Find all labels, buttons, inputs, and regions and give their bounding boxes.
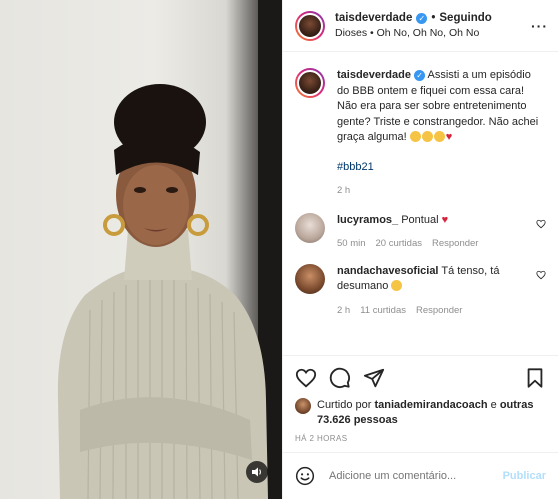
reply-button[interactable]: Responder	[416, 303, 462, 319]
woman-figure-image	[57, 84, 268, 499]
likes-prefix: Curtido por	[317, 399, 372, 411]
caption-author-avatar[interactable]	[295, 68, 325, 98]
likes-summary: Curtido por taniademirandacoach e outras…	[295, 398, 546, 428]
caption-time: 2 h	[337, 185, 351, 196]
posted-time: HÁ 2 HORAS	[295, 434, 348, 443]
publish-button[interactable]: Publicar	[503, 470, 546, 482]
commenter-avatar[interactable]	[295, 263, 325, 294]
separator-dot: •	[431, 11, 436, 24]
comments-list: taisdeverdade ✓ Assisti a um episódio do…	[283, 52, 558, 355]
comment-bubble-icon[interactable]	[329, 367, 351, 389]
like-heart-icon[interactable]	[295, 367, 317, 389]
following-button[interactable]: Seguindo	[439, 11, 491, 26]
commenter-username-link[interactable]: nandachavesoficial	[337, 265, 439, 277]
verified-badge-icon: ✓	[414, 70, 426, 81]
likes-conjunction: e	[490, 399, 497, 411]
comment-text: Pontual	[401, 213, 439, 226]
more-options-icon[interactable]: ···	[531, 18, 548, 34]
liker-username-link[interactable]: taniademirandacoach	[374, 399, 487, 411]
audio-link[interactable]: Dioses • Oh No, Oh No, Oh No	[335, 26, 492, 41]
post-video[interactable]	[0, 0, 282, 499]
like-comment-heart-icon[interactable]	[536, 219, 546, 229]
caption-author-link[interactable]: taisdeverdade	[337, 69, 411, 81]
author-avatar[interactable]	[295, 10, 325, 41]
post-header: taisdeverdade ✓ • Seguindo Dioses • Oh N…	[283, 0, 558, 52]
liker-avatar[interactable]	[295, 398, 311, 414]
speaker-icon	[252, 467, 261, 477]
like-comment-heart-icon[interactable]	[536, 270, 546, 280]
emoji-icon	[391, 280, 403, 291]
author-username-link[interactable]: taisdeverdade	[335, 11, 412, 26]
save-bookmark-icon[interactable]	[524, 367, 546, 389]
reply-button[interactable]: Responder	[432, 236, 478, 252]
comment-composer: Publicar	[283, 452, 558, 499]
share-paper-plane-icon[interactable]	[363, 367, 385, 389]
commenter-avatar[interactable]	[295, 212, 325, 243]
comment-time: 2 h	[337, 304, 351, 316]
heart-emoji-icon: ♥	[441, 213, 449, 226]
comment-item: lucyramos_ Pontual ♥ 50 min 20 curtidas …	[295, 212, 546, 252]
post-details-panel: taisdeverdade ✓ • Seguindo Dioses • Oh N…	[282, 0, 558, 499]
comment-likes-link[interactable]: 11 curtidas	[360, 303, 406, 319]
commenter-username-link[interactable]: lucyramos_	[337, 214, 398, 226]
comment-item: nandachavesoficial Tá tenso, tá desumano…	[295, 263, 546, 319]
verified-badge-icon: ✓	[416, 12, 428, 24]
mute-toggle-button[interactable]	[246, 461, 268, 483]
hashtag-link[interactable]: #bbb21	[337, 160, 546, 176]
caption: taisdeverdade ✓ Assisti a um episódio do…	[295, 68, 546, 199]
comment-time: 50 min	[337, 238, 366, 249]
post-actions: Curtido por taniademirandacoach e outras…	[283, 355, 558, 443]
emoji-icons: ♥	[409, 131, 452, 143]
comment-likes-link[interactable]: 20 curtidas	[376, 236, 422, 252]
add-comment-input[interactable]	[329, 470, 503, 482]
emoji-picker-icon[interactable]	[295, 466, 315, 486]
